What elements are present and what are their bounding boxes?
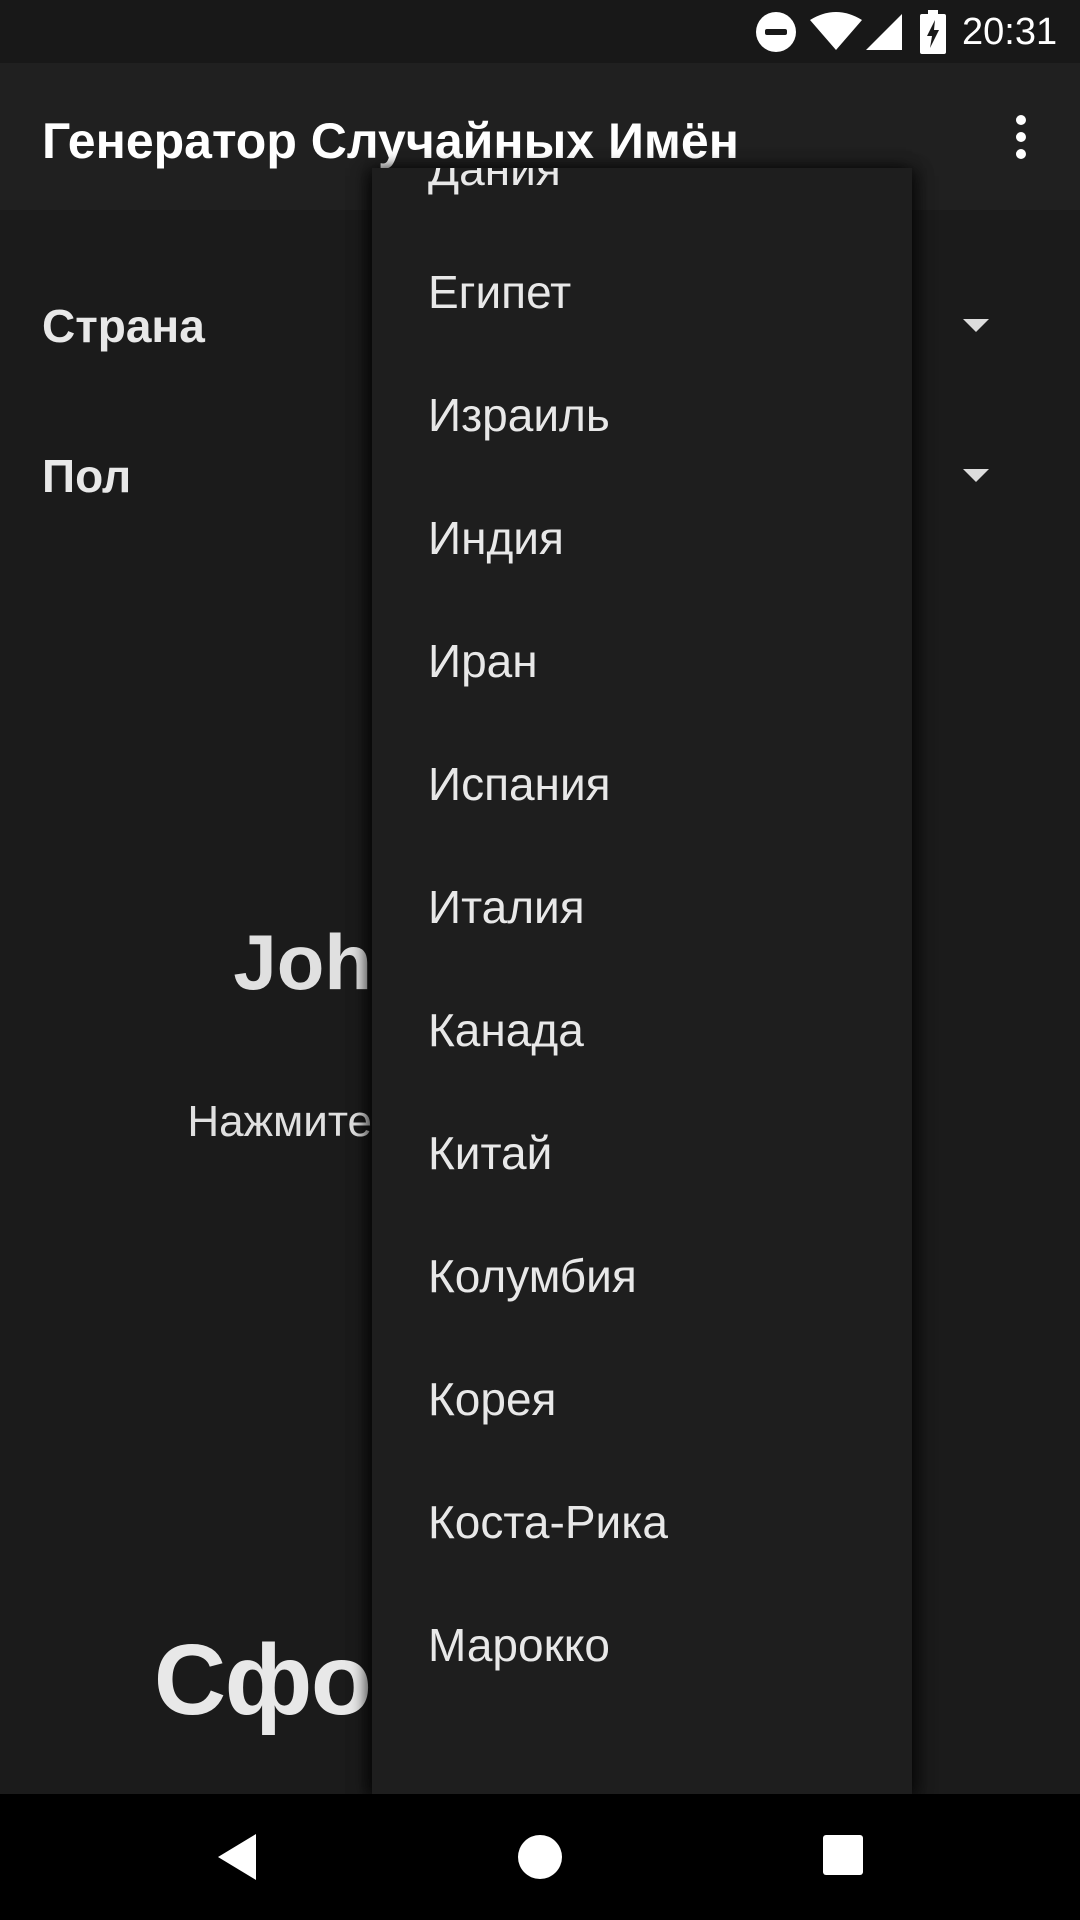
- dropdown-item[interactable]: Египет: [372, 231, 912, 354]
- more-vert-icon[interactable]: [998, 107, 1046, 167]
- dropdown-item[interactable]: Канада: [372, 969, 912, 1092]
- recents-icon[interactable]: [823, 1835, 863, 1875]
- country-label: Страна: [42, 300, 205, 352]
- signal-icon: [866, 14, 902, 50]
- screen: 20:31 Генератор Случайных Имён Страна По…: [0, 0, 1080, 1920]
- generated-name: Joh: [0, 916, 372, 1008]
- country-dropdown-list[interactable]: Дания Египет Израиль Индия Иран Испания …: [372, 168, 912, 1707]
- dropdown-item[interactable]: Коста-Рика: [372, 1461, 912, 1584]
- dropdown-item[interactable]: Индия: [372, 477, 912, 600]
- gender-dropdown-arrow-icon[interactable]: [963, 469, 989, 482]
- country-dropdown-popup[interactable]: Дания Египет Израиль Индия Иран Испания …: [372, 168, 912, 1794]
- generated-name-text: Joh: [233, 918, 372, 1006]
- country-dropdown-arrow-icon[interactable]: [963, 319, 989, 332]
- dropdown-item[interactable]: Корея: [372, 1338, 912, 1461]
- dropdown-item[interactable]: Китай: [372, 1092, 912, 1215]
- tap-hint-text: Нажмите: [187, 1097, 372, 1146]
- tap-hint: Нажмите: [0, 1094, 372, 1150]
- dropdown-item[interactable]: Италия: [372, 846, 912, 969]
- large-heading: Сфо: [0, 1620, 372, 1740]
- app-title: Генератор Случайных Имён: [42, 113, 739, 169]
- back-icon[interactable]: [214, 1830, 264, 1884]
- large-heading-text: Сфо: [153, 1624, 372, 1736]
- navigation-bar: [0, 1794, 1080, 1920]
- gender-label: Пол: [42, 450, 132, 502]
- status-bar: 20:31: [0, 0, 1080, 63]
- dropdown-item[interactable]: Испания: [372, 723, 912, 846]
- wifi-icon: [810, 12, 862, 50]
- battery-charging-icon: [920, 10, 946, 54]
- dropdown-item[interactable]: Иран: [372, 600, 912, 723]
- dropdown-item[interactable]: Марокко: [372, 1584, 912, 1707]
- dropdown-item[interactable]: Дания: [372, 168, 912, 231]
- dropdown-item[interactable]: Израиль: [372, 354, 912, 477]
- status-clock: 20:31: [962, 11, 1058, 53]
- do-not-disturb-icon: [756, 12, 796, 52]
- home-icon[interactable]: [518, 1835, 562, 1879]
- dropdown-item[interactable]: Колумбия: [372, 1215, 912, 1338]
